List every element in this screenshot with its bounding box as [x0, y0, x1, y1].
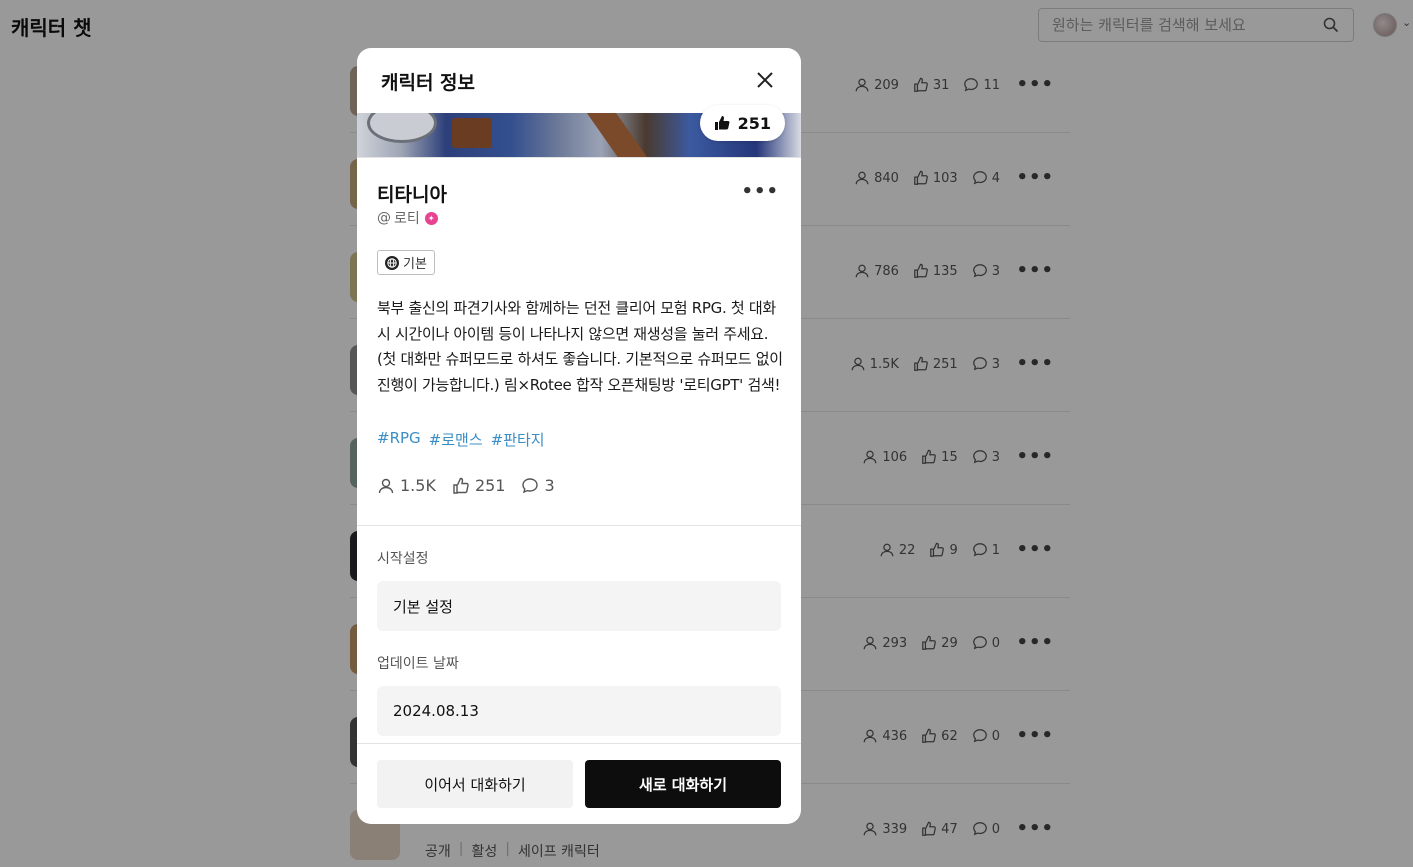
tag-rpg[interactable]: #RPG — [377, 429, 421, 450]
author-name: 로티 — [394, 211, 420, 227]
character-author[interactable]: @ 로티 ✦ — [377, 208, 438, 228]
creator-badge-icon: ✦ — [424, 211, 438, 225]
mode-chip: 기본 — [377, 250, 435, 275]
tag-list: #RPG #로맨스 #판타지 — [377, 429, 545, 450]
tag-fantasy[interactable]: #판타지 — [491, 429, 545, 450]
more-options-button[interactable]: ••• — [741, 181, 779, 202]
divider — [357, 157, 801, 158]
start-setting-value[interactable]: 기본 설정 — [377, 581, 781, 631]
close-icon[interactable] — [755, 70, 775, 90]
like-count-stat: 251 — [452, 476, 505, 495]
update-date-label: 업데이트 날짜 — [377, 656, 459, 672]
new-chat-button[interactable]: 새로 대화하기 — [585, 760, 781, 808]
divider — [357, 743, 801, 744]
globe-icon — [385, 255, 399, 270]
mode-label: 기본 — [403, 257, 427, 272]
thumbs-up-icon — [453, 477, 469, 494]
update-date-value: 2024.08.13 — [377, 686, 781, 736]
like-count: 251 — [737, 113, 771, 133]
character-name: 티타니아 — [377, 184, 447, 206]
character-stats: 1.5K 251 3 — [377, 476, 555, 495]
divider — [357, 525, 801, 526]
tag-romance[interactable]: #로맨스 — [429, 429, 483, 450]
character-description: 북부 출신의 파견기사와 함께하는 던전 클리어 모험 RPG. 첫 대화 시 … — [377, 299, 783, 394]
character-info-modal: 캐릭터 정보 251 티타니아 ••• @ 로티 ✦ 기본 북부 출신의 파견기… — [357, 48, 801, 824]
thumbs-up-icon — [714, 116, 730, 130]
user-count-stat: 1.5K — [377, 476, 436, 495]
comment-count-stat: 3 — [521, 476, 555, 495]
like-button[interactable]: 251 — [699, 105, 785, 141]
continue-chat-button[interactable]: 이어서 대화하기 — [377, 760, 573, 808]
comment-icon — [522, 477, 539, 493]
start-setting-label: 시작설정 — [377, 551, 429, 567]
modal-header: 캐릭터 정보 — [357, 48, 801, 113]
user-icon — [378, 478, 394, 493]
modal-title: 캐릭터 정보 — [381, 72, 476, 94]
